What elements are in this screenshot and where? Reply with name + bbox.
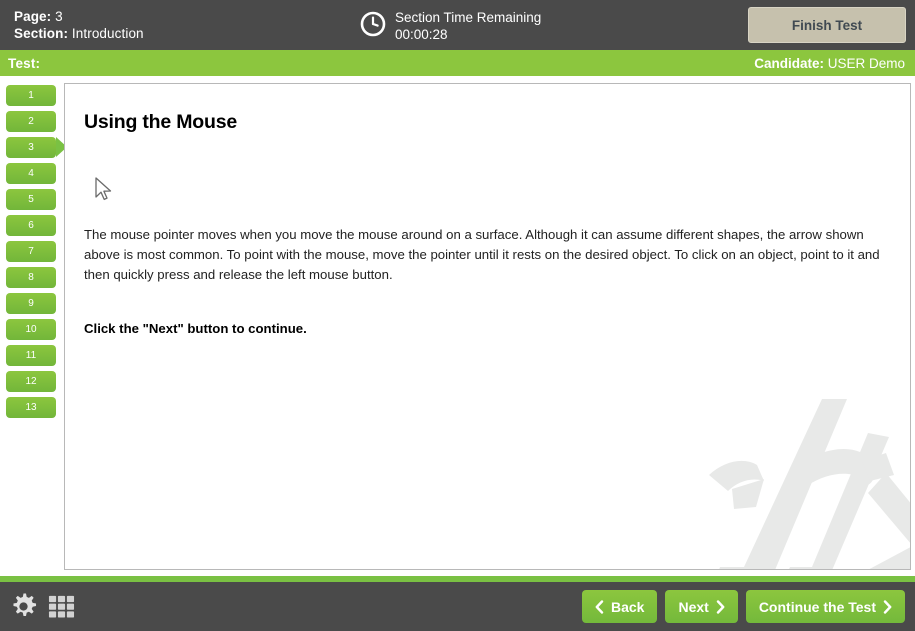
nav-item-5[interactable]: 5 <box>6 189 56 210</box>
nav-item-4[interactable]: 4 <box>6 163 56 184</box>
nav-item-6[interactable]: 6 <box>6 215 56 236</box>
candidate-info: Candidate: USER Demo <box>754 56 905 71</box>
nav-item-label: 4 <box>28 168 34 179</box>
finish-test-button[interactable]: Finish Test <box>748 7 906 43</box>
chevron-left-icon <box>595 599 604 614</box>
brand-watermark-logo <box>709 399 910 569</box>
candidate-separator: : <box>819 55 828 71</box>
section-timer: Section Time Remaining 00:00:28 <box>360 9 541 43</box>
nav-item-label: 8 <box>28 272 34 283</box>
nav-item-label: 6 <box>28 220 34 231</box>
chevron-right-icon <box>883 599 892 614</box>
nav-item-label: 7 <box>28 246 34 257</box>
nav-item-label: 1 <box>28 90 34 101</box>
timer-text: Section Time Remaining 00:00:28 <box>395 9 541 43</box>
continue-test-button-label: Continue the Test <box>758 598 876 615</box>
finish-test-label: Finish Test <box>791 17 863 33</box>
gear-icon[interactable] <box>10 593 37 620</box>
page-section-info: Page: 3 Section: Introduction <box>14 8 144 42</box>
nav-item-9[interactable]: 9 <box>6 293 56 314</box>
candidate-key: Candidate <box>754 55 820 71</box>
section-line: Section: Introduction <box>14 25 144 42</box>
page-value: 3 <box>55 9 63 24</box>
nav-item-7[interactable]: 7 <box>6 241 56 262</box>
top-header: Page: 3 Section: Introduction Section Ti… <box>0 0 915 50</box>
content-inner: Using the Mouse The mouse pointer moves … <box>65 84 910 336</box>
nav-item-12[interactable]: 12 <box>6 371 56 392</box>
page-line: Page: 3 <box>14 8 144 25</box>
nav-item-label: 10 <box>25 324 37 335</box>
nav-item-3[interactable]: 3 <box>6 137 67 158</box>
next-button-label: Next <box>678 598 709 615</box>
test-info-bar: Test: Candidate: USER Demo <box>0 50 915 76</box>
body-paragraph: The mouse pointer moves when you move th… <box>84 227 880 282</box>
grid-menu-icon[interactable] <box>48 593 75 620</box>
back-button-label: Back <box>610 598 645 615</box>
nav-item-11[interactable]: 11 <box>6 345 56 366</box>
next-button[interactable]: Next <box>665 590 738 623</box>
nav-item-label: 2 <box>28 116 34 127</box>
exam-player-window: Page: 3 Section: Introduction Section Ti… <box>0 0 915 631</box>
timer-value: 00:00:28 <box>395 27 448 42</box>
clock-icon <box>360 11 386 37</box>
nav-item-8[interactable]: 8 <box>6 267 56 288</box>
chevron-right-icon <box>716 599 725 614</box>
timer-label: Section Time Remaining <box>395 10 542 25</box>
footer-toolbar: Back Next Continue the Test <box>0 582 915 631</box>
mouse-pointer-icon <box>95 177 112 201</box>
nav-item-1[interactable]: 1 <box>6 85 56 106</box>
test-name-label: Test: <box>8 55 41 71</box>
nav-item-label: 5 <box>28 194 34 205</box>
footer-icon-group <box>10 593 75 620</box>
nav-item-label: 12 <box>25 376 37 387</box>
candidate-value: USER Demo <box>827 55 905 71</box>
page-label: Page: <box>14 9 52 24</box>
content-panel: Using the Mouse The mouse pointer moves … <box>64 83 911 570</box>
section-value: Introduction <box>71 26 144 41</box>
nav-item-10[interactable]: 10 <box>6 319 56 340</box>
question-navigator-sidebar: 1 2 3 4 5 6 7 8 9 10 11 12 13 <box>0 80 67 570</box>
continue-test-button[interactable]: Continue the Test <box>745 590 905 623</box>
nav-item-label: 13 <box>25 402 37 413</box>
nav-item-2[interactable]: 2 <box>6 111 56 132</box>
nav-item-label: 3 <box>28 142 34 153</box>
section-label: Section: <box>14 26 69 41</box>
nav-item-label: 11 <box>25 350 37 361</box>
navigation-button-group: Back Next Continue the Test <box>581 590 905 623</box>
nav-item-label: 9 <box>28 298 34 309</box>
instruction-paragraph: Click the "Next" button to continue. <box>84 321 307 336</box>
page-title: Using the Mouse <box>84 111 238 133</box>
back-button[interactable]: Back <box>581 590 658 623</box>
nav-item-13[interactable]: 13 <box>6 397 56 418</box>
